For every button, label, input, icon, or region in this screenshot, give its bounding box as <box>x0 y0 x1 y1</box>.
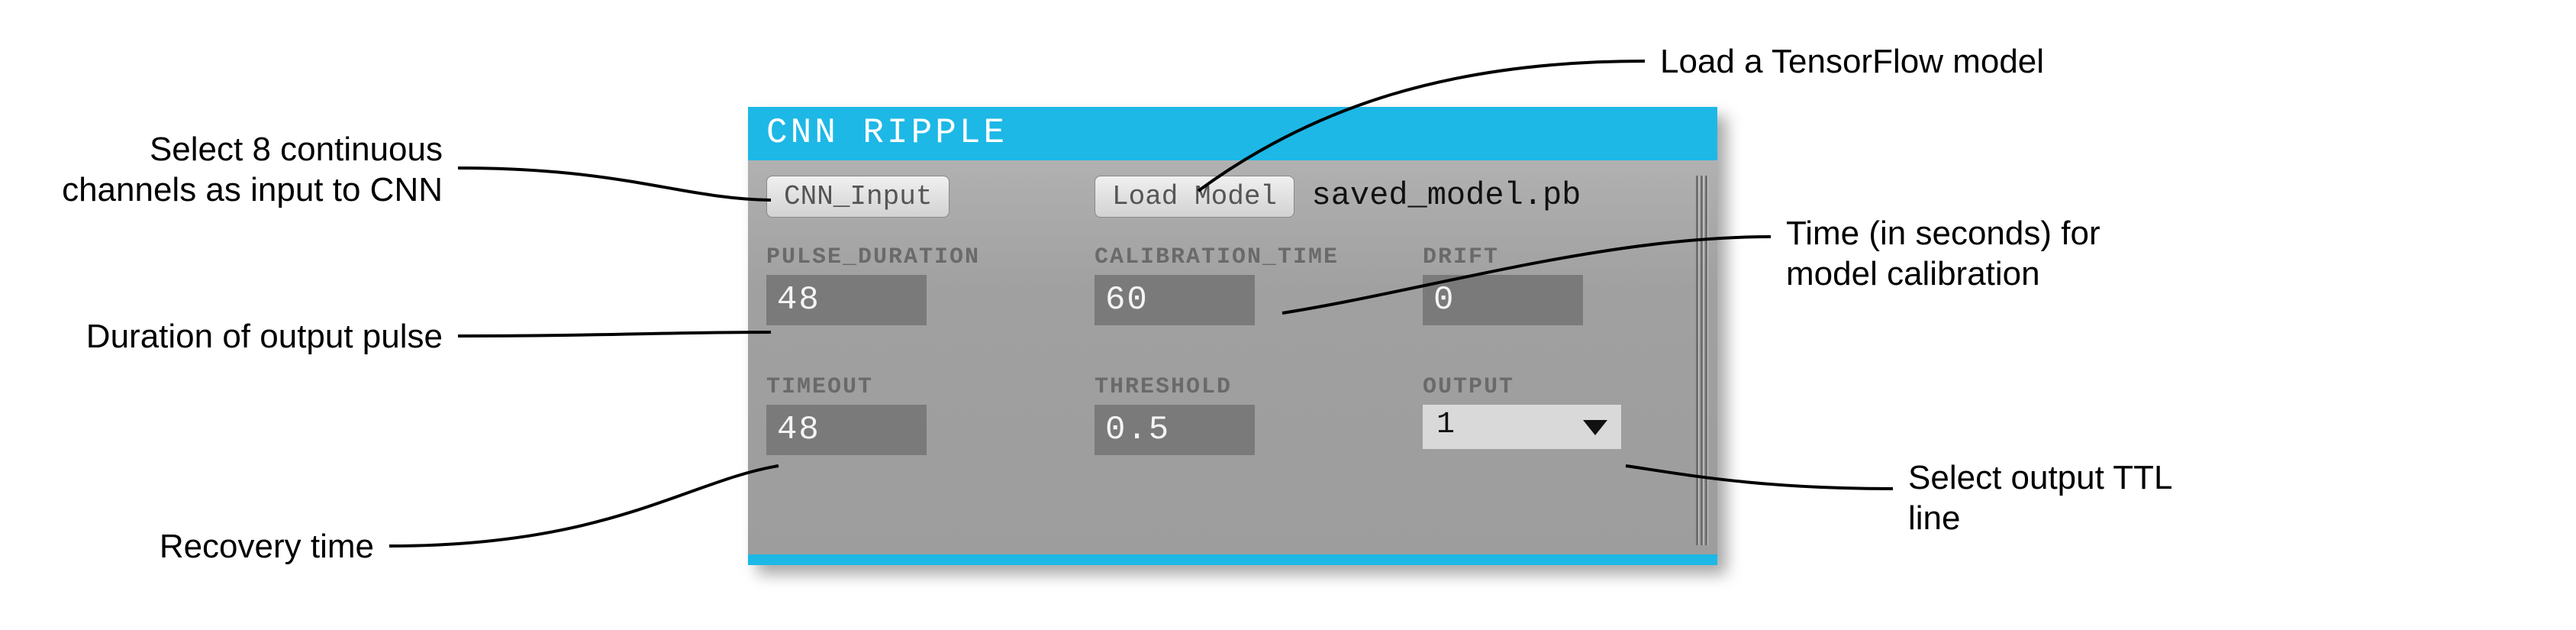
panel-title: CNN RIPPLE <box>748 107 1717 160</box>
threshold-input[interactable]: 0.5 <box>1095 405 1255 455</box>
pulse-duration-input[interactable]: 48 <box>766 275 927 325</box>
timeout-label: TIMEOUT <box>766 374 1041 400</box>
cnn-ripple-panel: CNN RIPPLE CNN_Input PULSE_DURATION 48 T… <box>748 107 1717 565</box>
resize-grip-icon[interactable] <box>1696 176 1714 545</box>
panel-body: CNN_Input PULSE_DURATION 48 TIMEOUT 48 L… <box>766 176 1687 545</box>
cnn-input-button[interactable]: CNN_Input <box>766 176 949 218</box>
annotation-load-model: Load a TensorFlow model <box>1660 42 2133 82</box>
output-select-value: 1 <box>1436 408 1455 442</box>
output-select[interactable]: 1 <box>1423 405 1621 449</box>
calibration-time-input[interactable]: 60 <box>1095 275 1255 325</box>
drift-input[interactable]: 0 <box>1423 275 1583 325</box>
calibration-time-label: CALIBRATION_TIME <box>1095 244 1369 270</box>
load-model-button[interactable]: Load Model <box>1095 176 1294 218</box>
annotation-output: Select output TTL line <box>1908 458 2213 539</box>
chevron-down-icon <box>1583 420 1607 435</box>
panel-bottom-stripe <box>748 554 1717 565</box>
pulse-duration-label: PULSE_DURATION <box>766 244 1041 270</box>
annotation-calibration-time: Time (in seconds) for model calibration <box>1786 214 2183 295</box>
annotation-cnn-input: Select 8 continuous channels as input to… <box>38 130 443 211</box>
annotation-pulse-duration: Duration of output pulse <box>38 317 443 357</box>
threshold-label: THRESHOLD <box>1095 374 1369 400</box>
drift-label: DRIFT <box>1423 244 1675 270</box>
output-label: OUTPUT <box>1423 374 1675 400</box>
timeout-input[interactable]: 48 <box>766 405 927 455</box>
annotation-timeout: Recovery time <box>130 527 374 567</box>
